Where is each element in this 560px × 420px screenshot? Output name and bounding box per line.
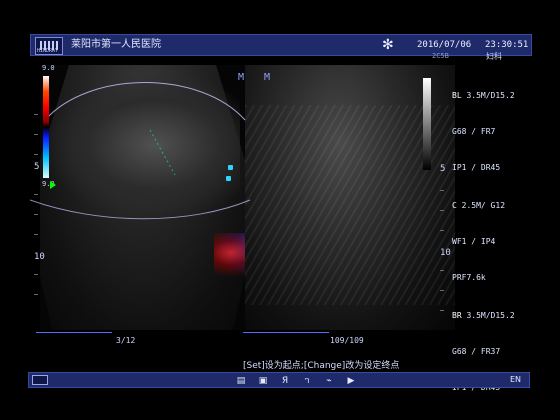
b-mode-line3: IP1 / DR45 — [452, 163, 501, 172]
depth-label-5: 5 — [440, 164, 446, 174]
language-indicator[interactable]: EN — [510, 375, 521, 384]
velocity-scale-top: 9.0 — [42, 64, 55, 72]
left-cine-bar[interactable] — [36, 332, 112, 333]
b-right-label: BR — [452, 311, 462, 320]
text-icon[interactable]: Я — [279, 375, 291, 387]
grayscale-bar — [423, 78, 431, 170]
b-mode-label: BL — [452, 91, 462, 100]
depth-tick — [440, 310, 444, 311]
depth-tick — [34, 234, 38, 235]
color-doppler-flow — [214, 233, 245, 277]
department-label: 妇科 — [486, 52, 502, 61]
color-mode-label: C — [452, 201, 457, 210]
focus-marker-icon: M — [238, 72, 245, 83]
color-mode-line3: PRF7.6k — [452, 273, 486, 282]
monitor-icon[interactable] — [32, 375, 48, 385]
depth-tick — [440, 190, 444, 191]
depth-tick — [440, 210, 444, 211]
measure-icon[interactable]: ⌁ — [323, 375, 335, 387]
left-depth-ruler: 5 10 — [34, 94, 45, 324]
depth-tick — [34, 134, 38, 135]
depth-tick — [34, 274, 38, 275]
color-mode-line2: WF1 / IP4 — [452, 237, 496, 246]
b-right-line2: G68 / FR37 — [452, 347, 501, 356]
doppler-marker — [228, 165, 233, 170]
depth-tick — [34, 194, 38, 195]
depth-tick — [34, 214, 38, 215]
b-mode-line1: 3.5M/D15.2 — [466, 91, 515, 100]
manufacturer-logo: HINDRAY — [35, 37, 63, 55]
menu-icon[interactable]: ▤ — [235, 375, 247, 387]
right-frame-counter: 109/109 — [330, 336, 364, 345]
depth-label-10: 10 — [34, 252, 45, 262]
left-frame-counter: 3/12 — [116, 336, 136, 345]
top-header-bar: HINDRAY 莱阳市第一人民医院 ✻ 2016/07/06 23:30:51 — [30, 34, 532, 56]
depth-tick — [34, 154, 38, 155]
b-mode-line2: G68 / FR7 — [452, 127, 496, 136]
doppler-marker — [226, 176, 231, 181]
save-icon[interactable]: ▣ — [257, 375, 269, 387]
depth-tick — [440, 290, 444, 291]
right-cine-bar[interactable] — [243, 332, 329, 333]
measure-hint-text: [Set]设为起点;[Change]改为设定终点 — [243, 361, 400, 371]
depth-tick — [440, 230, 444, 231]
body-mark-icon[interactable]: ᥐ — [301, 375, 313, 387]
bottom-toolbar: ▤ ▣ Я ᥐ ⌁ ▶ EN — [28, 372, 530, 388]
depth-label-5: 5 — [34, 162, 40, 172]
depth-tick — [34, 294, 38, 295]
depth-label-10: 10 — [440, 248, 451, 258]
imaging-parameters: BL 3.5M/D15.2 G68 / FR7 IP1 / DR45 C 2.5… — [452, 66, 532, 406]
color-mode-line1: 2.5M/ G12 — [461, 201, 506, 210]
toolbar-icons: ▤ ▣ Я ᥐ ⌁ ▶ — [235, 374, 357, 388]
left-sector-outline — [30, 82, 251, 220]
b-right-line1: 3.5M/D15.2 — [466, 311, 515, 320]
right-depth-ruler: 5 10 — [440, 160, 451, 340]
play-icon[interactable]: ▶ — [345, 375, 357, 387]
depth-tick — [34, 114, 38, 115]
exam-time: 23:30:51 — [485, 40, 529, 50]
depth-tick — [440, 270, 444, 271]
probe-label: 2C5B — [432, 52, 449, 60]
green-marker-icon — [50, 181, 56, 189]
logo-text: HINDRAY — [37, 48, 59, 54]
snowflake-icon[interactable]: ✻ — [382, 36, 394, 54]
hospital-name: 莱阳市第一人民医院 — [71, 39, 161, 50]
exam-date: 2016/07/06 — [417, 40, 472, 50]
focus-marker-icon: M — [264, 72, 271, 83]
